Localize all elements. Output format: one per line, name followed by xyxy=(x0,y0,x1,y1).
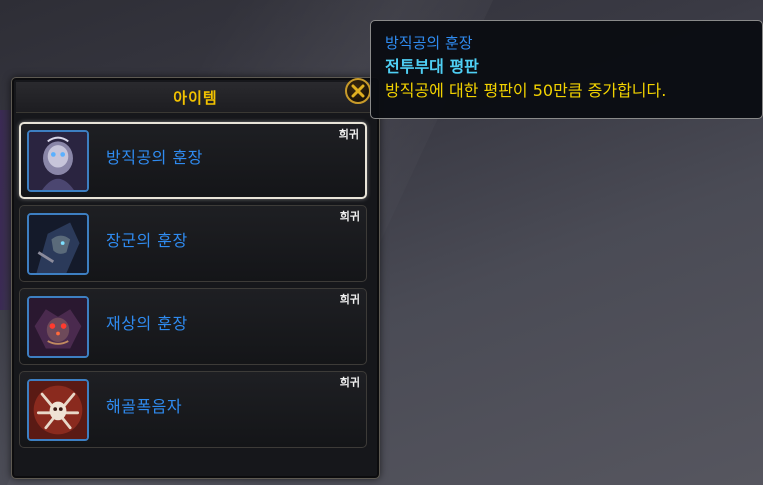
rarity-badge: 희귀 xyxy=(338,128,359,141)
tooltip-subtitle: 전투부대 평판 xyxy=(385,57,479,76)
item-list: 방직공의 훈장 희귀 장군의 훈장 희귀 재상의 훈장 희귀 해골폭음자 희귀 xyxy=(19,122,367,454)
close-icon xyxy=(351,84,365,98)
item-name: 장군의 훈장 xyxy=(106,231,188,250)
list-item[interactable]: 방직공의 훈장 희귀 xyxy=(19,122,367,199)
tooltip-description: 방직공에 대한 평판이 50만큼 증가합니다. xyxy=(385,81,667,100)
rarity-badge: 희귀 xyxy=(339,210,360,223)
list-item[interactable]: 해골폭음자 희귀 xyxy=(19,371,367,448)
tooltip-title: 방직공의 훈장 xyxy=(385,34,473,52)
skull-drinker-icon xyxy=(27,379,89,441)
item-name: 재상의 훈장 xyxy=(106,314,188,333)
item-name: 방직공의 훈장 xyxy=(106,148,203,167)
list-item[interactable]: 장군의 훈장 희귀 xyxy=(19,205,367,282)
rarity-badge: 희귀 xyxy=(339,293,360,306)
weaver-portrait-icon xyxy=(27,130,89,192)
panel-header: 아이템 xyxy=(16,82,375,113)
close-button[interactable] xyxy=(345,78,371,104)
vizier-portrait-icon xyxy=(27,296,89,358)
panel-title: 아이템 xyxy=(173,88,218,107)
general-portrait-icon xyxy=(27,213,89,275)
rarity-badge: 희귀 xyxy=(339,376,360,389)
list-item[interactable]: 재상의 훈장 희귀 xyxy=(19,288,367,365)
item-tooltip: 방직공의 훈장 전투부대 평판 방직공에 대한 평판이 50만큼 증가합니다. xyxy=(370,20,763,119)
item-name: 해골폭음자 xyxy=(106,397,183,416)
